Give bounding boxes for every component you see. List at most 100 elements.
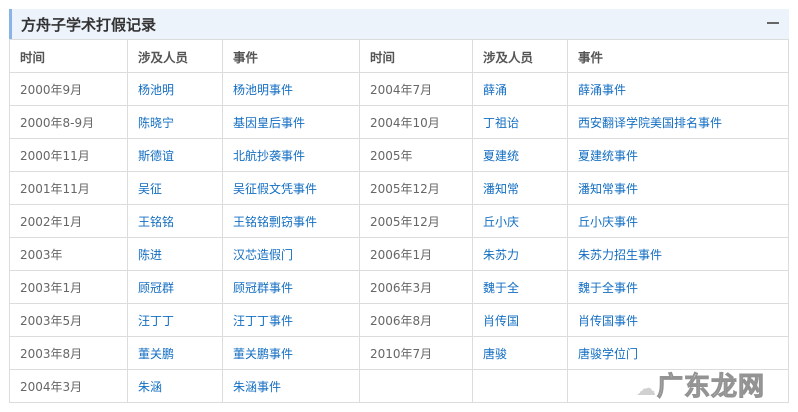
person-link[interactable]: 吴征 xyxy=(138,182,162,196)
person-link[interactable]: 潘知常 xyxy=(483,182,519,196)
event-link[interactable]: 吴征假文凭事件 xyxy=(233,182,317,196)
date-cell: 2003年1月 xyxy=(9,270,128,304)
event-cell: 薛涌事件 xyxy=(567,72,789,106)
event-cell: 朱苏力招生事件 xyxy=(567,237,789,271)
event-link[interactable]: 丘小庆事件 xyxy=(578,215,638,229)
table-row: 2000年8-9月 陈晓宁 基因皇后事件 2004年10月 丁祖诒 西安翻译学院美国排名事… xyxy=(9,105,789,139)
event-cell: 潘知常事件 xyxy=(567,171,789,205)
event-cell: 朱涵事件 xyxy=(222,369,360,403)
event-cell: 魏于全事件 xyxy=(567,270,789,304)
event-cell: 西安翻译学院美国排名事件 xyxy=(567,105,789,139)
event-link[interactable]: 西安翻译学院美国排名事件 xyxy=(578,116,722,130)
table-row: 2001年11月 吴征 吴征假文凭事件 2005年12月 潘知常 潘知常事件 xyxy=(9,171,789,205)
person-link[interactable]: 董关鹏 xyxy=(138,347,174,361)
column-header: 事件 xyxy=(222,39,360,73)
event-cell: 夏建统事件 xyxy=(567,138,789,172)
event-link[interactable]: 潘知常事件 xyxy=(578,182,638,196)
event-cell: 杨池明事件 xyxy=(222,72,360,106)
person-link[interactable]: 陈晓宁 xyxy=(138,116,174,130)
person-link[interactable]: 汪丁丁 xyxy=(138,314,174,328)
event-link[interactable]: 魏于全事件 xyxy=(578,281,638,295)
column-header: 时间 xyxy=(359,39,473,73)
person-link[interactable]: 斯德谊 xyxy=(138,149,174,163)
person-cell: 吴征 xyxy=(127,171,223,205)
event-link[interactable]: 顾冠群事件 xyxy=(233,281,293,295)
person-cell: 陈进 xyxy=(127,237,223,271)
person-link[interactable]: 朱涵 xyxy=(138,380,162,394)
date-cell: 2005年12月 xyxy=(359,204,473,238)
person-cell: 朱苏力 xyxy=(472,237,568,271)
person-link[interactable]: 夏建统 xyxy=(483,149,519,163)
date-cell: 2003年8月 xyxy=(9,336,128,370)
person-cell: 魏于全 xyxy=(472,270,568,304)
date-cell: 2003年 xyxy=(9,237,128,271)
records-table: 时间 涉及人员 事件 时间 涉及人员 事件 2000年9月 杨池明 杨池明事件 2004年7月薛… xyxy=(9,39,789,403)
column-header: 涉及人员 xyxy=(472,39,568,73)
date-cell: 2004年3月 xyxy=(9,369,128,403)
date-cell: 2002年1月 xyxy=(9,204,128,238)
event-link[interactable]: 北航抄袭事件 xyxy=(233,149,305,163)
date-cell xyxy=(359,369,473,403)
column-header: 涉及人员 xyxy=(127,39,223,73)
event-link[interactable]: 杨池明事件 xyxy=(233,83,293,97)
person-link[interactable]: 肖传国 xyxy=(483,314,519,328)
column-header: 时间 xyxy=(9,39,128,73)
person-cell: 唐骏 xyxy=(472,336,568,370)
event-link[interactable]: 王铭铭剽窃事件 xyxy=(233,215,317,229)
date-cell: 2003年5月 xyxy=(9,303,128,337)
event-cell: 汉芯造假门 xyxy=(222,237,360,271)
event-cell: 基因皇后事件 xyxy=(222,105,360,139)
person-link[interactable]: 顾冠群 xyxy=(138,281,174,295)
event-link[interactable]: 薛涌事件 xyxy=(578,83,626,97)
person-cell: 肖传国 xyxy=(472,303,568,337)
person-cell: 王铭铭 xyxy=(127,204,223,238)
date-cell: 2000年8-9月 xyxy=(9,105,128,139)
date-cell: 2000年11月 xyxy=(9,138,128,172)
date-cell: 2005年12月 xyxy=(359,171,473,205)
event-link[interactable]: 汉芯造假门 xyxy=(233,248,293,262)
date-cell: 2000年9月 xyxy=(9,72,128,106)
event-link[interactable]: 朱涵事件 xyxy=(233,380,281,394)
date-cell: 2001年11月 xyxy=(9,171,128,205)
person-link[interactable]: 朱苏力 xyxy=(483,248,519,262)
person-cell: 夏建统 xyxy=(472,138,568,172)
date-cell: 2006年3月 xyxy=(359,270,473,304)
person-link[interactable]: 陈进 xyxy=(138,248,162,262)
event-cell: 顾冠群事件 xyxy=(222,270,360,304)
event-link[interactable]: 基因皇后事件 xyxy=(233,116,305,130)
event-cell: 唐骏学位门 xyxy=(567,336,789,370)
column-header: 事件 xyxy=(567,39,789,73)
date-cell: 2010年7月 xyxy=(359,336,473,370)
event-cell: 董关鹏事件 xyxy=(222,336,360,370)
event-link[interactable]: 朱苏力招生事件 xyxy=(578,248,662,262)
person-link[interactable]: 唐骏 xyxy=(483,347,507,361)
event-link[interactable]: 汪丁丁事件 xyxy=(233,314,293,328)
table-row: 2003年8月 董关鹏 董关鹏事件 2010年7月 唐骏 唐骏学位门 xyxy=(9,336,789,370)
person-link[interactable]: 杨池明 xyxy=(138,83,174,97)
person-cell xyxy=(472,369,568,403)
person-cell: 丘小庆 xyxy=(472,204,568,238)
panel-title: 方舟子学术打假记录 xyxy=(21,16,157,34)
date-cell: 2004年10月 xyxy=(359,105,473,139)
person-cell: 顾冠群 xyxy=(127,270,223,304)
table-row: 2000年9月 杨池明 杨池明事件 2004年7月 薛涌 薛涌事件 xyxy=(9,72,789,106)
person-cell: 潘知常 xyxy=(472,171,568,205)
table-row: 2003年 陈进 汉芯造假门 2006年1月 朱苏力 朱苏力招生事件 xyxy=(9,237,789,271)
person-cell: 薛涌 xyxy=(472,72,568,106)
date-cell: 2006年1月 xyxy=(359,237,473,271)
event-cell: 汪丁丁事件 xyxy=(222,303,360,337)
table-row: 2002年1月 王铭铭 王铭铭剽窃事件 2005年12月 丘小庆 丘小庆事件 xyxy=(9,204,789,238)
event-link[interactable]: 唐骏学位门 xyxy=(578,347,638,361)
event-cell: 丘小庆事件 xyxy=(567,204,789,238)
person-link[interactable]: 王铭铭 xyxy=(138,215,174,229)
person-link[interactable]: 丁祖诒 xyxy=(483,116,519,130)
person-link[interactable]: 薛涌 xyxy=(483,83,507,97)
event-link[interactable]: 肖传国事件 xyxy=(578,314,638,328)
event-link[interactable]: 董关鹏事件 xyxy=(233,347,293,361)
table-row: 2003年5月 汪丁丁 汪丁丁事件 2006年8月 肖传国 肖传国事件 xyxy=(9,303,789,337)
event-link[interactable]: 夏建统事件 xyxy=(578,149,638,163)
person-link[interactable]: 丘小庆 xyxy=(483,215,519,229)
minus-icon[interactable] xyxy=(767,22,779,24)
person-link[interactable]: 魏于全 xyxy=(483,281,519,295)
table-row: 2000年11月 斯德谊 北航抄袭事件 2005年 夏建统 夏建统事件 xyxy=(9,138,789,172)
